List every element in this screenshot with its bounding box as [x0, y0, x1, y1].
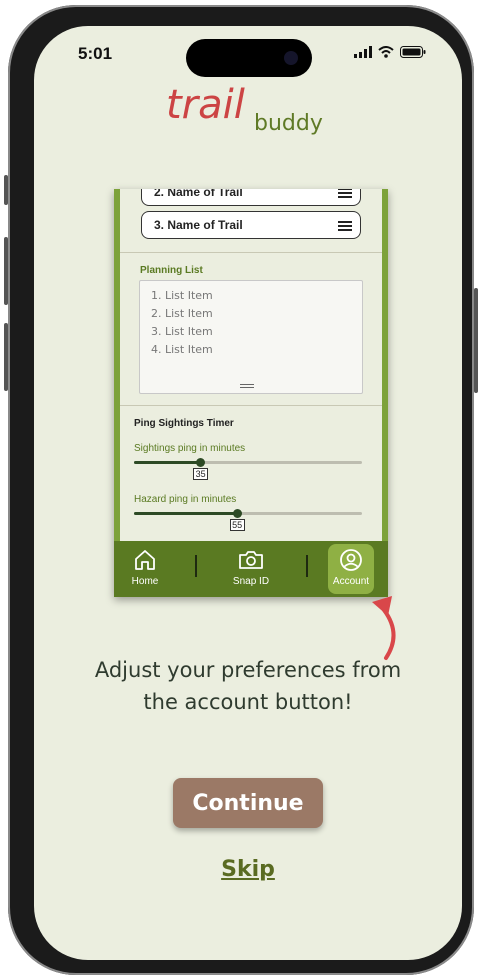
ping-timer-label: Ping Sightings Timer: [134, 418, 234, 429]
trailbuddy-logo: trail buddy: [166, 82, 323, 136]
status-time: 5:01: [78, 44, 113, 63]
nav-home-label: Home: [131, 576, 159, 587]
sightings-slider: [134, 458, 362, 467]
nav-home: Home: [122, 541, 168, 597]
dynamic-island: [186, 39, 312, 77]
section-divider: [120, 405, 382, 406]
sightings-slider-thumb: [196, 458, 206, 467]
hazard-slider: [134, 509, 362, 518]
phone-frame: 5:01 trail buddy 2. Name of Trail 3. Nam…: [4, 5, 478, 975]
battery-icon: [400, 46, 426, 58]
list-item: 2. List Item: [151, 307, 213, 320]
hazard-slider-thumb: [232, 509, 242, 518]
list-item: 1. List Item: [151, 289, 213, 302]
continue-button[interactable]: Continue: [173, 778, 323, 828]
nav-separator: [195, 555, 197, 577]
message-line-2: the account button!: [143, 690, 353, 714]
home-icon: [135, 550, 155, 570]
hazard-value: 55: [229, 519, 245, 531]
trail-item: 3. Name of Trail: [141, 211, 361, 239]
bottom-nav: Home Snap ID Account: [114, 541, 388, 597]
list-item: 3. List Item: [151, 325, 213, 338]
pointer-arrow-icon: [372, 596, 396, 660]
svg-text:trail: trail: [166, 82, 245, 128]
signal-icon: [354, 46, 372, 58]
screen: 5:01 trail buddy 2. Name of Trail 3. Nam…: [34, 26, 462, 960]
resize-grip-icon: [240, 384, 254, 390]
hazard-slider-fill: [134, 512, 237, 515]
message-line-1: Adjust your preferences from: [94, 658, 402, 682]
skip-link[interactable]: Skip: [34, 857, 462, 882]
skip-link-label[interactable]: Skip: [221, 857, 275, 882]
preferences-preview: 2. Name of Trail 3. Name of Trail Planni…: [114, 189, 388, 597]
trail-item: 2. Name of Trail: [141, 189, 361, 206]
volume-up-button: [4, 237, 8, 305]
instruction-message: Adjust your preferences from the account…: [34, 654, 462, 718]
volume-down-button: [4, 323, 8, 391]
planning-list-box: 1. List Item 2. List Item 3. List Item 4…: [139, 280, 363, 394]
list-item: 4. List Item: [151, 343, 213, 356]
nav-snap-label: Snap ID: [232, 576, 270, 587]
camera-icon: [239, 551, 263, 569]
nav-snap-id: Snap ID: [226, 541, 276, 597]
account-icon: [340, 549, 362, 571]
svg-text:buddy: buddy: [254, 111, 323, 136]
status-icons: [354, 46, 426, 58]
nav-separator: [306, 555, 308, 577]
hazard-ping-label: Hazard ping in minutes: [134, 494, 237, 505]
wifi-icon: [378, 46, 394, 58]
mute-switch: [4, 175, 8, 205]
sightings-slider-fill: [134, 461, 201, 464]
section-divider: [120, 252, 382, 253]
drag-handle-icon: [338, 189, 352, 200]
planning-list-label: Planning List: [140, 265, 203, 276]
power-button: [474, 288, 478, 393]
drag-handle-icon: [338, 221, 352, 233]
preview-content: 2. Name of Trail 3. Name of Trail Planni…: [120, 189, 382, 541]
sightings-ping-label: Sightings ping in minutes: [134, 443, 246, 454]
sightings-value: 35: [193, 468, 209, 480]
